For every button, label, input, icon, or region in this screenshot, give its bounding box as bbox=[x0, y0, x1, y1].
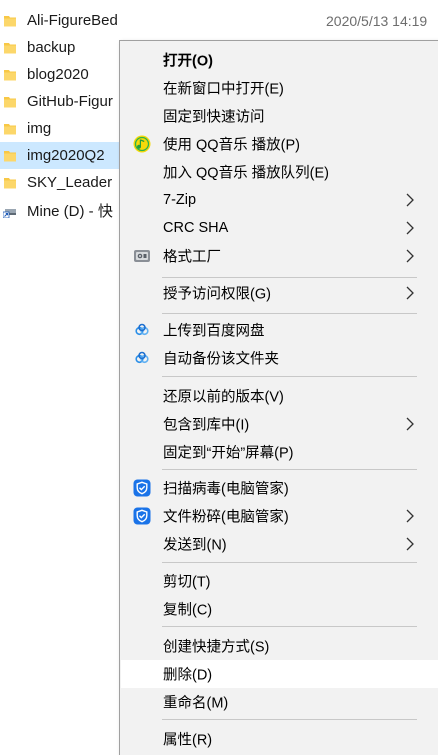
menu-label: 固定到“开始”屏幕(P) bbox=[163, 445, 294, 462]
menu-item-format-factory[interactable]: 格式工厂 bbox=[121, 242, 438, 270]
menu-label: 自动备份该文件夹 bbox=[163, 351, 279, 368]
menu-item-pin-quick-access[interactable]: 固定到快速访问 bbox=[121, 102, 438, 130]
menu-item-qq-music-queue[interactable]: 加入 QQ音乐 播放队列(E) bbox=[121, 158, 438, 186]
menu-label: 使用 QQ音乐 播放(P) bbox=[163, 137, 300, 154]
menu-label: 重命名(M) bbox=[163, 695, 229, 712]
menu-separator bbox=[162, 277, 417, 278]
file-name: img2020Q2 bbox=[27, 147, 105, 164]
menu-item-upload-baidu[interactable]: 上传到百度网盘 bbox=[121, 316, 438, 344]
menu-item-shred-file[interactable]: 文件粉碎(电脑管家) bbox=[121, 502, 438, 530]
folder-icon bbox=[4, 70, 16, 81]
menu-separator bbox=[162, 469, 417, 470]
menu-label: 7-Zip bbox=[163, 192, 197, 208]
menu-item-send-to[interactable]: 发送到(N) bbox=[121, 530, 438, 558]
menu-label: 创建快捷方式(S) bbox=[163, 639, 270, 656]
chevron-right-icon bbox=[406, 193, 414, 207]
menu-item-include-library[interactable]: 包含到库中(I) bbox=[121, 410, 438, 438]
file-name: backup bbox=[27, 39, 76, 56]
menu-item-properties[interactable]: 属性(R) bbox=[121, 725, 438, 753]
file-name: SKY_Leader bbox=[27, 174, 113, 191]
menu-separator bbox=[162, 313, 417, 314]
menu-item-qq-music-play[interactable]: 使用 QQ音乐 播放(P) bbox=[121, 130, 438, 158]
menu-item-7zip[interactable]: 7-Zip bbox=[121, 186, 438, 214]
context-menu: 打开(O) 在新窗口中打开(E) 固定到快速访问 使用 QQ音乐 播放(P) 加… bbox=[119, 40, 438, 755]
file-name: GitHub-Figur bbox=[27, 93, 113, 110]
folder-icon bbox=[4, 178, 16, 189]
chevron-right-icon bbox=[406, 417, 414, 431]
menu-label: 格式工厂 bbox=[163, 249, 221, 266]
file-row-ali-figurebed[interactable]: Ali-FigureBed 2020/5/13 14:19 bbox=[0, 7, 438, 34]
folder-icon bbox=[4, 43, 16, 54]
chevron-right-icon bbox=[406, 249, 414, 263]
menu-item-rename[interactable]: 重命名(M) bbox=[121, 688, 438, 716]
menu-label: CRC SHA bbox=[163, 220, 229, 236]
menu-label: 扫描病毒(电脑管家) bbox=[163, 481, 289, 498]
menu-label: 还原以前的版本(V) bbox=[163, 389, 284, 406]
menu-label: 授予访问权限(G) bbox=[163, 286, 271, 303]
menu-item-scan-virus[interactable]: 扫描病毒(电脑管家) bbox=[121, 474, 438, 502]
menu-label: 复制(C) bbox=[163, 602, 213, 619]
menu-label: 文件粉碎(电脑管家) bbox=[163, 509, 289, 526]
menu-item-copy[interactable]: 复制(C) bbox=[121, 595, 438, 623]
menu-item-auto-backup[interactable]: 自动备份该文件夹 bbox=[121, 344, 438, 372]
menu-label: 属性(R) bbox=[163, 732, 213, 749]
chevron-right-icon bbox=[406, 286, 414, 300]
folder-icon bbox=[4, 124, 16, 135]
menu-separator bbox=[162, 376, 417, 377]
folder-icon bbox=[4, 16, 16, 27]
file-name: Ali-FigureBed bbox=[27, 12, 118, 29]
folder-icon bbox=[4, 151, 16, 162]
chevron-right-icon bbox=[406, 537, 414, 551]
menu-item-open-new-window[interactable]: 在新窗口中打开(E) bbox=[121, 74, 438, 102]
file-name: blog2020 bbox=[27, 66, 89, 83]
tencent-shield-icon bbox=[133, 479, 151, 497]
menu-item-crc-sha[interactable]: CRC SHA bbox=[121, 214, 438, 242]
menu-label: 加入 QQ音乐 播放队列(E) bbox=[163, 165, 329, 182]
chevron-right-icon bbox=[406, 509, 414, 523]
shortcut-drive-icon bbox=[3, 209, 16, 218]
menu-item-pin-start[interactable]: 固定到“开始”屏幕(P) bbox=[121, 438, 438, 466]
file-name: img bbox=[27, 120, 52, 137]
baidu-netdisk-icon bbox=[135, 351, 149, 364]
menu-separator bbox=[162, 626, 417, 627]
menu-label: 固定到快速访问 bbox=[163, 109, 265, 126]
menu-item-restore-versions[interactable]: 还原以前的版本(V) bbox=[121, 382, 438, 410]
file-name: Mine (D) - 快 bbox=[27, 203, 113, 220]
baidu-netdisk-icon bbox=[135, 323, 149, 336]
folder-icon bbox=[4, 97, 16, 108]
format-factory-icon bbox=[134, 250, 150, 262]
menu-separator bbox=[162, 719, 417, 720]
menu-label: 包含到库中(I) bbox=[163, 417, 250, 434]
menu-label: 打开(O) bbox=[163, 53, 213, 70]
menu-item-open[interactable]: 打开(O) bbox=[121, 46, 438, 74]
menu-item-create-shortcut[interactable]: 创建快捷方式(S) bbox=[121, 632, 438, 660]
menu-label: 上传到百度网盘 bbox=[163, 323, 265, 340]
menu-label: 在新窗口中打开(E) bbox=[163, 81, 284, 98]
menu-label: 剪切(T) bbox=[163, 574, 211, 591]
menu-item-cut[interactable]: 剪切(T) bbox=[121, 567, 438, 595]
menu-label: 删除(D) bbox=[163, 667, 213, 684]
menu-separator bbox=[162, 562, 417, 563]
menu-item-delete[interactable]: 删除(D) bbox=[121, 660, 438, 688]
file-date: 2020/5/13 14:19 bbox=[326, 12, 428, 29]
menu-item-grant-access[interactable]: 授予访问权限(G) bbox=[121, 279, 438, 307]
chevron-right-icon bbox=[406, 221, 414, 235]
menu-label: 发送到(N) bbox=[163, 537, 227, 554]
tencent-shield-icon bbox=[133, 507, 151, 525]
qq-music-icon bbox=[133, 135, 151, 153]
